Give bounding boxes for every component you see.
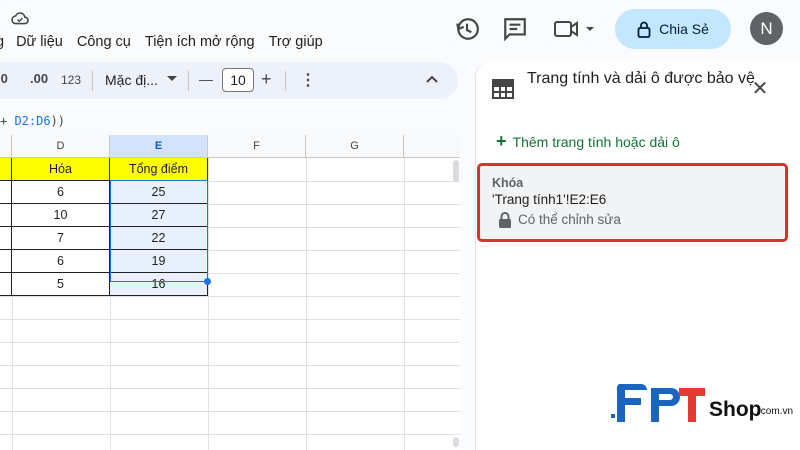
menu-item-tools[interactable]: Công cụ: [77, 34, 131, 50]
protected-range-card[interactable]: Khóa 'Trang tính1'!E2:E6 Có thể chỉnh sử…: [477, 163, 788, 242]
video-camera-icon[interactable]: [553, 17, 597, 41]
font-size-input[interactable]: 10: [222, 68, 254, 92]
spreadsheet-grid[interactable]: D E F G Hóa Tổng điểm 6 25 10 27 7 22 6 …: [0, 135, 460, 450]
decrease-decimal-button[interactable]: .0: [0, 71, 8, 86]
chevron-down-icon: [167, 76, 177, 81]
formula-suffix: )): [50, 114, 66, 128]
formula-text: ​+ D2:D6)): [0, 114, 65, 128]
scrollbar-thumb[interactable]: [453, 160, 459, 182]
add-range-button[interactable]: + Thêm trang tính hoặc dải ô: [496, 131, 680, 152]
menu-item-view[interactable]: g: [0, 34, 4, 50]
shop-text: Shop: [709, 398, 762, 421]
toolbar-divider: [92, 71, 93, 91]
more-options-icon[interactable]: ⋮: [300, 70, 316, 90]
comment-icon[interactable]: [502, 16, 528, 42]
share-button[interactable]: Chia Sẻ: [615, 9, 731, 49]
menu-bar: g Dữ liệu Công cụ Tiện ích mở rộng Trợ g…: [0, 34, 337, 50]
toolbar: .0 .00 123 Mặc đị... — 10 + ⋮: [0, 62, 458, 99]
fpt-logo-icon: [611, 384, 705, 422]
toolbar-divider: [285, 71, 286, 91]
lock-icon: [637, 21, 651, 38]
add-range-label: Thêm trang tính hoặc dải ô: [512, 133, 680, 150]
toolbar-divider: [188, 71, 189, 91]
panel-title: Trang tính và dải ô được bảo vệ: [527, 70, 755, 87]
menu-item-help[interactable]: Trợ giúp: [269, 34, 323, 50]
share-label: Chia Sẻ: [659, 21, 709, 37]
collapse-toolbar-icon[interactable]: [425, 74, 439, 84]
protected-range-address: 'Trang tính1'!E2:E6: [492, 192, 607, 207]
font-select[interactable]: Mặc đị...: [105, 72, 158, 88]
font-size-decrease-button[interactable]: —: [199, 71, 213, 87]
avatar[interactable]: N: [750, 12, 783, 45]
formula-prefix: +: [0, 114, 15, 128]
close-icon[interactable]: ✕: [750, 78, 770, 100]
font-size-increase-button[interactable]: +: [261, 69, 272, 90]
history-icon[interactable]: [454, 16, 480, 42]
domain-text: .com.vn: [758, 406, 794, 417]
number-format-button[interactable]: 123: [61, 73, 81, 87]
table-icon: [492, 79, 514, 99]
plus-icon: +: [496, 131, 507, 151]
permission-label: Có thể chỉnh sửa: [518, 212, 621, 227]
grid-lines: [0, 158, 460, 450]
fpt-shop-logo: Shop .com.vn: [611, 380, 800, 430]
increase-decimal-button[interactable]: .00: [30, 71, 48, 86]
cloud-save-icon[interactable]: [10, 10, 30, 26]
menu-item-extensions[interactable]: Tiện ích mở rộng: [145, 34, 255, 50]
formula-range: D2:D6: [14, 114, 51, 128]
menu-item-data[interactable]: Dữ liệu: [16, 34, 63, 50]
protected-range-name: Khóa: [492, 176, 524, 190]
fill-handle[interactable]: [204, 278, 211, 285]
scrollbar-thumb[interactable]: [453, 437, 459, 447]
lock-icon: [499, 212, 511, 228]
